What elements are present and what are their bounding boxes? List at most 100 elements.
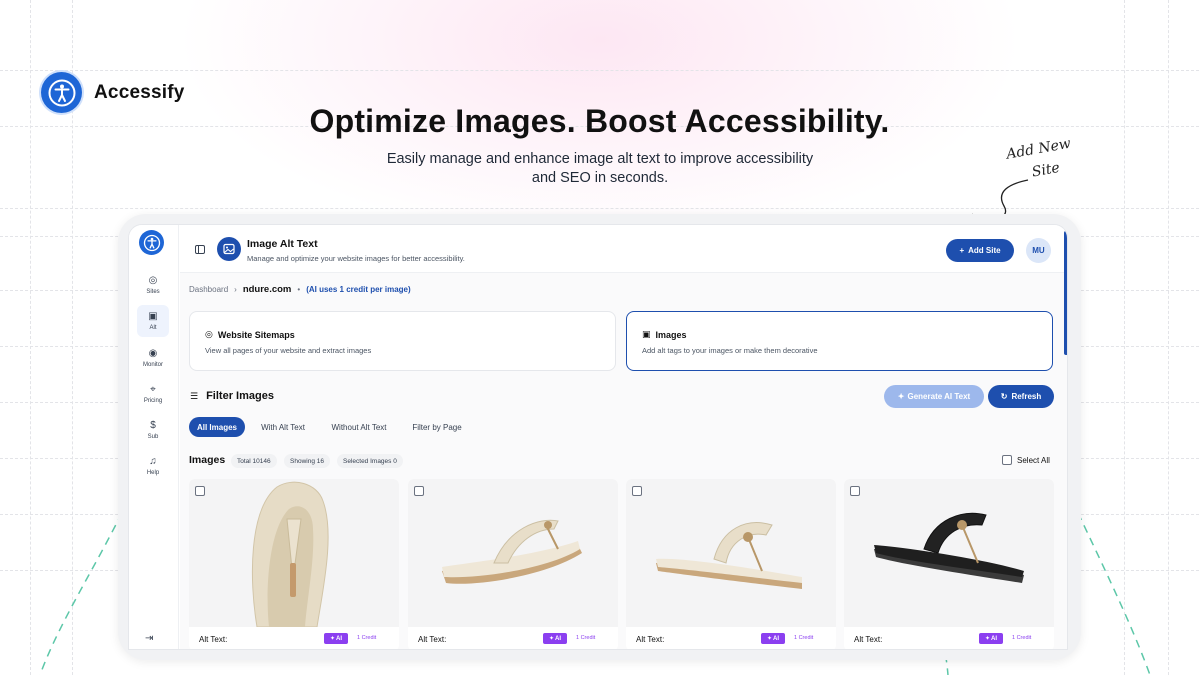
filter-icon: ☰ <box>190 390 199 401</box>
grid-line <box>1124 0 1125 675</box>
image-icon: ▣ <box>642 329 651 339</box>
images-heading: Images <box>189 454 226 466</box>
checkbox[interactable] <box>1002 455 1012 465</box>
tab-filter-by-page[interactable]: Filter by Page <box>404 417 470 437</box>
checkbox[interactable] <box>850 486 860 496</box>
rail-label: Sub <box>147 434 159 440</box>
rail-label: Alt <box>149 325 157 331</box>
credit-label: 1 Credit <box>1012 635 1032 641</box>
sidebar-toggle-icon[interactable] <box>195 245 205 254</box>
select-all-checkbox[interactable]: Select All <box>1002 455 1050 465</box>
sparkle-icon: ✦ <box>766 636 773 642</box>
ai-badge[interactable]: ✦ AI <box>979 633 1003 644</box>
image-card[interactable]: Alt Text: ✦ AI 1 Credit <box>626 479 836 649</box>
refresh-label: Refresh <box>1011 392 1042 401</box>
card-title: Images <box>655 329 687 340</box>
scrollbar[interactable] <box>1064 231 1067 355</box>
globe-icon: ◎ <box>205 329 213 339</box>
main-content: Image Alt Text Manage and optimize your … <box>180 225 1067 649</box>
sparkle-icon: ✦ <box>897 392 905 401</box>
brand-name: Accessify <box>94 81 185 103</box>
credit-label: 1 Credit <box>576 635 596 641</box>
breadcrumb-domain[interactable]: ndure.com <box>243 284 292 295</box>
filter-heading: ☰ Filter Images <box>190 390 274 402</box>
credit-label: 1 Credit <box>794 635 814 641</box>
page-title: Image Alt Text <box>247 238 318 250</box>
tab-without-alt-text[interactable]: Without Alt Text <box>322 417 396 437</box>
headset-icon: ♫ <box>149 456 157 467</box>
grid-line <box>0 70 1199 71</box>
ai-label: AI <box>991 635 998 642</box>
chevron-right-icon: › <box>234 285 237 294</box>
generate-label: Generate AI Text <box>907 392 971 401</box>
page-description: Manage and optimize your website images … <box>247 254 465 263</box>
sandal-image[interactable] <box>626 479 836 627</box>
ai-badge[interactable]: ✦ AI <box>761 633 785 644</box>
rail-item-pricing[interactable]: ⌖ Pricing <box>137 378 169 410</box>
alt-text-label: Alt Text: <box>636 635 665 644</box>
top-bar: Image Alt Text Manage and optimize your … <box>180 225 1067 273</box>
tab-with-alt-text[interactable]: With Alt Text <box>252 417 314 437</box>
rail-item-alt[interactable]: ▣ Alt <box>137 305 169 337</box>
image-card[interactable]: Alt Text: ✦ AI 1 Credit <box>408 479 618 649</box>
sparkle-icon: ✦ <box>548 636 555 642</box>
ai-label: AI <box>336 635 343 642</box>
app-screen: ◎ Sites ▣ Alt ◉ Monitor ⌖ Pricing $ Sub … <box>128 224 1068 650</box>
tab-all-images[interactable]: All Images <box>189 417 245 437</box>
alt-text-label: Alt Text: <box>199 635 228 644</box>
card-description: View all pages of your website and extra… <box>205 346 372 355</box>
ai-badge[interactable]: ✦ AI <box>543 633 567 644</box>
card-website-sitemaps[interactable]: ◎ Website Sitemaps View all pages of your… <box>189 311 616 371</box>
select-all-label: Select All <box>1017 455 1050 465</box>
image-icon <box>217 237 241 261</box>
rail-label: Monitor <box>142 362 163 368</box>
accessibility-icon[interactable] <box>139 230 164 255</box>
logout-icon[interactable]: ⇥ <box>145 633 153 644</box>
globe-icon: ◎ <box>148 275 158 286</box>
rail-label: Pricing <box>143 398 163 404</box>
alt-text-label: Alt Text: <box>854 635 883 644</box>
sandal-image[interactable] <box>844 479 1054 627</box>
grid-line <box>1168 0 1169 675</box>
hero-title: Optimize Images. Boost Accessibility. <box>309 103 890 139</box>
rail-item-sub[interactable]: $ Sub <box>137 414 169 446</box>
checkbox[interactable] <box>195 486 205 496</box>
refresh-icon: ↻ <box>1000 392 1008 401</box>
sparkle-icon: ✦ <box>984 636 991 642</box>
checkbox[interactable] <box>632 486 642 496</box>
ai-label: AI <box>555 635 562 642</box>
image-card[interactable]: Alt Text: ✦ AI 1 Credit <box>189 479 399 649</box>
rail-label: Help <box>146 470 160 476</box>
add-site-label: Add Site <box>968 246 1001 255</box>
image-card[interactable]: Alt Text: ✦ AI 1 Credit <box>844 479 1054 649</box>
filter-title: Filter Images <box>206 390 274 402</box>
sandal-image[interactable] <box>408 479 618 627</box>
selected-badge: Selected Images 0 <box>337 454 403 468</box>
alt-text-label: Alt Text: <box>418 635 447 644</box>
rail-item-help[interactable]: ♫ Help <box>137 450 169 482</box>
avatar[interactable]: MU <box>1026 238 1051 263</box>
rail-item-monitor[interactable]: ◉ Monitor <box>137 342 169 374</box>
plus-icon: + <box>959 246 965 255</box>
breadcrumb-dashboard[interactable]: Dashboard <box>189 285 228 294</box>
generate-ai-text-button[interactable]: ✦ Generate AI Text <box>884 385 984 408</box>
dollar-icon: $ <box>150 420 156 431</box>
rail-item-sites[interactable]: ◎ Sites <box>137 269 169 301</box>
card-title: Website Sitemaps <box>217 329 295 340</box>
grid-line <box>30 0 31 675</box>
checkbox[interactable] <box>414 486 424 496</box>
total-badge: Total 10146 <box>231 454 277 468</box>
sparkle-icon: ✦ <box>329 636 336 642</box>
sandal-image[interactable] <box>189 479 399 628</box>
tag-icon: ⌖ <box>150 384 156 395</box>
refresh-button[interactable]: ↻ Refresh <box>988 385 1054 408</box>
breadcrumb: Dashboard › ndure.com • (AI uses 1 credi… <box>189 284 411 295</box>
showing-badge: Showing 16 <box>284 454 330 468</box>
credit-note: (AI uses 1 credit per image) <box>306 285 411 294</box>
add-site-button[interactable]: + Add Site <box>946 239 1014 262</box>
separator-dot: • <box>297 285 301 294</box>
ai-badge[interactable]: ✦ AI <box>324 633 348 644</box>
card-images[interactable]: ▣ Images Add alt tags to your images or m… <box>626 311 1053 371</box>
image-icon: ▣ <box>148 311 158 322</box>
ai-label: AI <box>773 635 780 642</box>
